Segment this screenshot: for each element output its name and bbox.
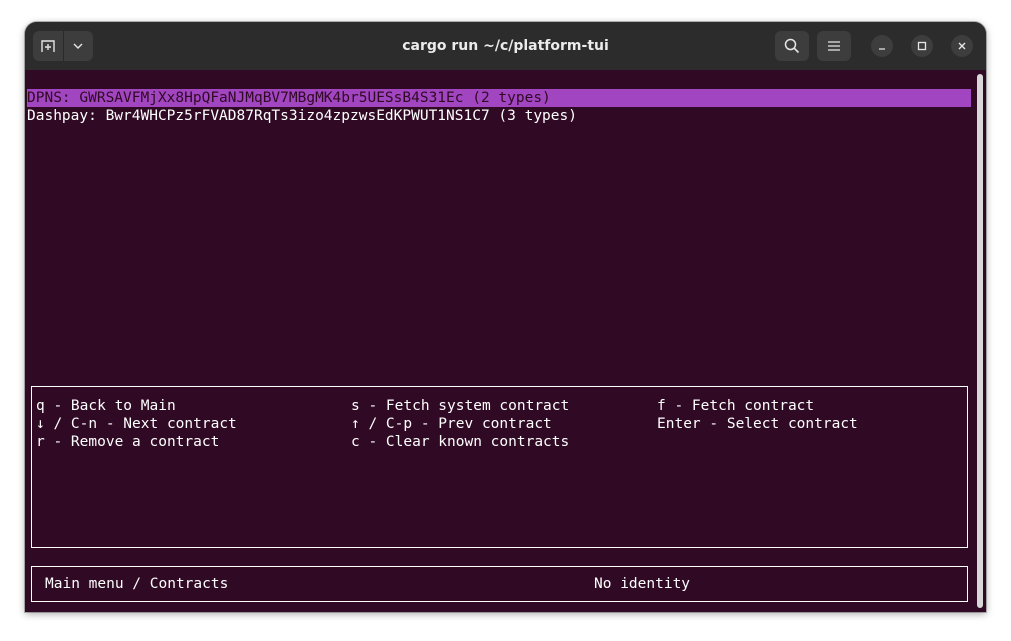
search-button[interactable] bbox=[775, 31, 809, 61]
search-icon bbox=[784, 38, 800, 54]
new-tab-icon bbox=[41, 40, 55, 52]
contract-list-item-selected[interactable]: DPNS: GWRSAVFMjXx8HpQFaNJMqBV7MBgMK4br5U… bbox=[27, 89, 971, 107]
minimize-icon bbox=[879, 48, 885, 50]
contract-list-item[interactable]: Dashpay: Bwr4WHCPz5rFVAD87RqTs3izo4zpzws… bbox=[27, 107, 577, 125]
keybinding-remove: r - Remove a contract bbox=[36, 434, 220, 450]
keybinding-next: ↓ / C-n - Next contract bbox=[36, 416, 237, 432]
keybinding-prev: ↑ / C-p - Prev contract bbox=[351, 416, 552, 432]
tab-dropdown-button[interactable] bbox=[64, 31, 94, 61]
new-tab-button-group bbox=[33, 31, 93, 61]
keybinding-clear: c - Clear known contracts bbox=[351, 434, 570, 450]
keybinding-fetch: f - Fetch contract bbox=[657, 398, 815, 414]
maximize-button[interactable] bbox=[911, 35, 933, 57]
new-tab-button[interactable] bbox=[33, 31, 63, 61]
breadcrumb: Main menu / Contracts bbox=[45, 576, 229, 592]
identity-status: No identity bbox=[594, 576, 691, 592]
chevron-down-icon bbox=[73, 43, 83, 49]
menu-button[interactable] bbox=[817, 31, 851, 61]
scrollbar[interactable] bbox=[977, 74, 983, 608]
minimize-button[interactable] bbox=[871, 35, 893, 57]
close-icon bbox=[958, 42, 966, 50]
status-bar: Main menu / Contracts No identity bbox=[31, 566, 968, 602]
terminal-area[interactable]: DPNS: GWRSAVFMjXx8HpQFaNJMqBV7MBgMK4br5U… bbox=[25, 70, 986, 612]
keybinding-select: Enter - Select contract bbox=[657, 416, 858, 432]
keybinding-back: q - Back to Main bbox=[36, 398, 176, 414]
keybinding-fetch-system: s - Fetch system contract bbox=[351, 398, 570, 414]
terminal-window: cargo run ~/c/platform-tui DPNS: GWRSAVF… bbox=[25, 22, 986, 612]
close-button[interactable] bbox=[951, 35, 973, 57]
title-bar: cargo run ~/c/platform-tui bbox=[25, 22, 986, 70]
hamburger-menu-icon bbox=[828, 41, 840, 51]
maximize-icon bbox=[917, 41, 927, 51]
keybindings-panel: q - Back to Main s - Fetch system contra… bbox=[31, 386, 968, 548]
